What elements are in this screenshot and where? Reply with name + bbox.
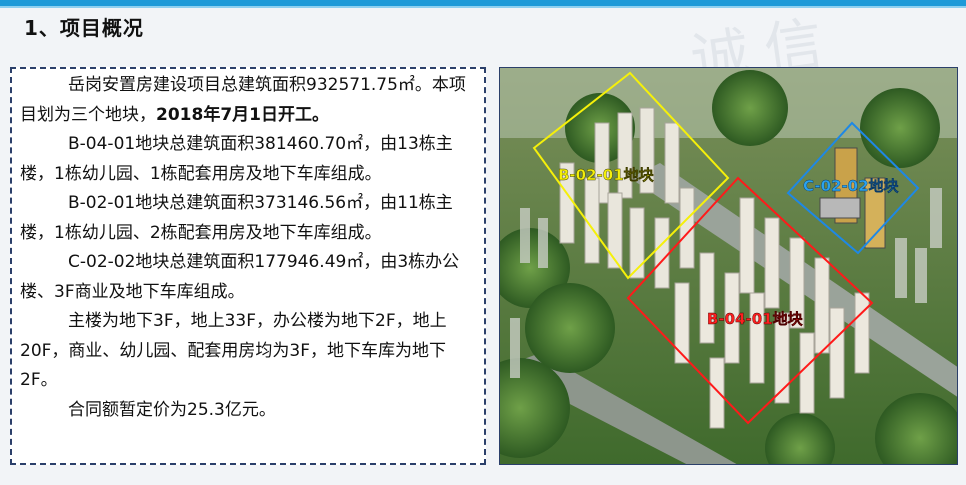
- paragraph-text: C-02-02地块总建筑面积177946.49㎡，由3栋办公楼、3F商业及地下车…: [20, 252, 460, 302]
- paragraph-text: B-02-01地块总建筑面积373146.56㎡，由11栋主楼，1栋幼儿园、2栋…: [20, 193, 453, 243]
- paragraph-text: 主楼为地下3F，地上33F，办公楼为地下2F，地上20F，商业、幼儿园、配套用房…: [20, 311, 447, 390]
- paragraph-b0401: B-04-01地块总建筑面积381460.70㎡，由13栋主楼，1栋幼儿园、1栋…: [20, 130, 474, 189]
- paragraph-text: B-04-01地块总建筑面积381460.70㎡，由13栋主楼，1栋幼儿园、1栋…: [20, 134, 453, 184]
- site-rendering: B-02-01地块 C-02-02地块 B-04-01地块: [499, 67, 958, 465]
- paragraph-text: 合同额暂定价为25.3亿元。: [68, 399, 276, 420]
- plot-label-b0401: B-04-01地块: [707, 310, 804, 328]
- start-date-text: 2018年7月1日开工。: [156, 104, 329, 125]
- plot-label-c0202: C-02-02地块: [803, 177, 900, 195]
- plot-label-b0201: B-02-01地块: [558, 166, 655, 184]
- project-overview-textbox: 岳岗安置房建设项目总建筑面积932571.75㎡。本项目划为三个地块，2018年…: [10, 67, 486, 465]
- paragraph-contract: 合同额暂定价为25.3亿元。: [20, 396, 474, 426]
- paragraph-c0202: C-02-02地块总建筑面积177946.49㎡，由3栋办公楼、3F商业及地下车…: [20, 248, 474, 307]
- site-rendering-svg: B-02-01地块 C-02-02地块 B-04-01地块: [500, 68, 957, 464]
- paragraph-b0201: B-02-01地块总建筑面积373146.56㎡，由11栋主楼，1栋幼儿园、2栋…: [20, 189, 474, 248]
- section-title: 1、项目概况: [24, 16, 144, 40]
- paragraph-total-area: 岳岗安置房建设项目总建筑面积932571.75㎡。本项目划为三个地块，2018年…: [20, 71, 474, 130]
- paragraph-floors: 主楼为地下3F，地上33F，办公楼为地下2F，地上20F，商业、幼儿园、配套用房…: [20, 307, 474, 396]
